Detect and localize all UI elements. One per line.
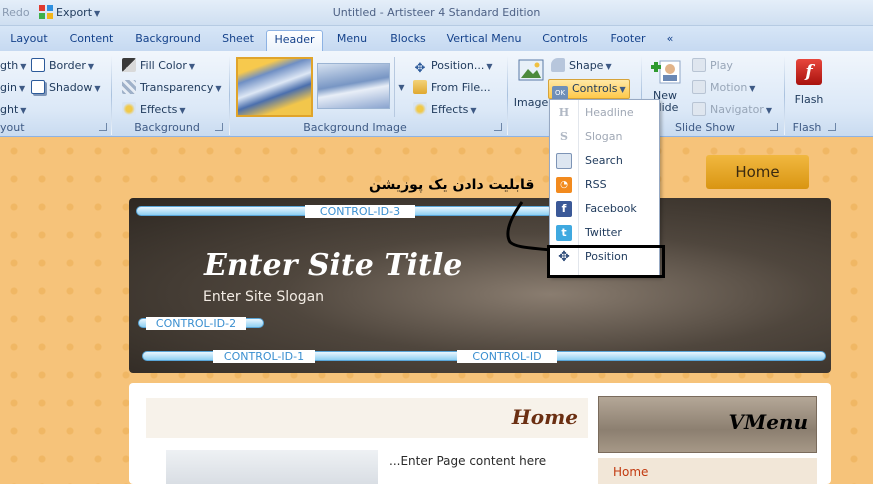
headline-icon: H [558, 106, 570, 119]
top-menu-home[interactable]: Home [706, 155, 809, 189]
tabs-scroll-button[interactable]: « [662, 30, 678, 51]
dialog-launcher-icon[interactable] [770, 123, 778, 131]
tab-menu[interactable]: Menu [333, 30, 371, 51]
folder-icon [413, 80, 427, 94]
tab-footer[interactable]: Footer [607, 30, 649, 51]
shape-icon [551, 58, 565, 72]
effects-icon [122, 102, 136, 116]
dialog-launcher-icon[interactable] [99, 123, 107, 131]
vmenu-title[interactable]: VMenu [598, 410, 808, 434]
post-image[interactable] [166, 450, 378, 484]
post-content[interactable]: ...Enter Page content here [389, 454, 546, 468]
control-id-label: CONTROL-ID-1 [213, 350, 315, 363]
ribbon-tabs: Layout Content Background Sheet Header M… [0, 26, 873, 51]
navigator-icon [692, 102, 706, 116]
bgimage-effects-button[interactable]: Effects ▼ [413, 101, 477, 119]
flash-group-label: Flash [792, 121, 822, 134]
border-icon [31, 58, 45, 72]
control-id-label: CONTROL-ID-2 [146, 317, 246, 330]
annotation-highlight-box [547, 245, 665, 278]
title-bar: Redo Export ▼ Untitled - Artisteer 4 Stan… [0, 0, 873, 26]
chevron-down-icon: ▼ [398, 83, 405, 92]
shadow-button[interactable]: Shadow ▼ [31, 79, 101, 97]
shadow-icon [31, 80, 45, 94]
slide-show-group-label: Slide Show [674, 121, 736, 134]
post-title[interactable]: Home [500, 405, 578, 429]
move-icon: ✥ [414, 61, 426, 76]
menu-item-search[interactable]: Search [550, 149, 659, 173]
control-id-label: CONTROL-ID-3 [305, 205, 415, 218]
play-icon [692, 58, 706, 72]
position-button[interactable]: ✥ Position... ▼ [413, 57, 493, 76]
motion-icon [692, 80, 706, 94]
tab-content[interactable]: Content [64, 30, 119, 51]
tab-header[interactable]: Header [266, 30, 323, 51]
layout-width-button[interactable]: gth ▼ [0, 57, 26, 75]
tab-blocks[interactable]: Blocks [388, 30, 428, 51]
dialog-launcher-icon[interactable] [215, 123, 223, 131]
menu-item-rss[interactable]: ◔ RSS [550, 173, 659, 197]
menu-item-slogan[interactable]: S Slogan [550, 125, 659, 149]
facebook-icon: f [556, 201, 572, 217]
menu-item-twitter[interactable]: t Twitter [550, 221, 659, 245]
tab-background[interactable]: Background [131, 30, 205, 51]
dialog-launcher-icon[interactable] [494, 123, 502, 131]
annotation-text: قابلیت دادن یک پوزیشن [369, 177, 535, 193]
site-slogan[interactable]: Enter Site Slogan [203, 289, 324, 305]
tab-vertical-menu[interactable]: Vertical Menu [444, 30, 524, 51]
layout-margin-button[interactable]: gin ▼ [0, 79, 25, 97]
transparency-button[interactable]: Transparency ▼ [122, 79, 222, 97]
background-effects-button[interactable]: Effects ▼ [122, 101, 186, 119]
navigator-button[interactable]: Navigator ▼ [692, 101, 772, 119]
new-slide-icon [651, 60, 681, 84]
image-icon [518, 59, 544, 81]
menu-item-headline[interactable]: H Headline [550, 101, 659, 125]
play-button[interactable]: Play [692, 57, 733, 75]
window-title: Untitled - Artisteer 4 Standard Edition [332, 6, 541, 19]
from-file-button[interactable]: From File... [413, 79, 491, 97]
border-button[interactable]: Border ▼ [31, 57, 94, 75]
site-title[interactable]: Enter Site Title [204, 248, 462, 283]
image-button[interactable]: Image [512, 59, 550, 117]
tab-sheet[interactable]: Sheet [219, 30, 257, 51]
site-header[interactable] [129, 198, 831, 373]
motion-button[interactable]: Motion ▼ [692, 79, 755, 97]
transparency-icon [122, 80, 136, 94]
effects-icon [413, 102, 427, 116]
flash-button[interactable]: f Flash [789, 59, 829, 117]
vmenu-item-label[interactable]: Home [613, 465, 648, 479]
shape-button[interactable]: Shape ▼ [551, 57, 612, 75]
ribbon: gth ▼ gin ▼ ght ▼ yout Border ▼ Shadow ▼ Fill… [0, 51, 873, 137]
fill-color-icon [122, 58, 136, 72]
menu-item-facebook[interactable]: f Facebook [550, 197, 659, 221]
background-group-label: Background [134, 121, 200, 134]
dialog-launcher-icon[interactable] [828, 123, 836, 131]
tab-controls[interactable]: Controls [538, 30, 592, 51]
slogan-icon: S [560, 130, 568, 143]
background-image-thumb-2[interactable] [317, 63, 390, 109]
ok-control-icon: OK [552, 86, 568, 100]
layout-height-button[interactable]: ght ▼ [0, 101, 26, 119]
background-image-group-label: Background Image [303, 121, 407, 134]
controls-button[interactable]: OK Controls ▼ [548, 79, 630, 100]
tab-layout[interactable]: Layout [8, 30, 50, 51]
fill-color-button[interactable]: Fill Color ▼ [122, 57, 195, 75]
search-icon [556, 153, 572, 169]
rss-icon: ◔ [556, 177, 572, 193]
layout-group-label: yout [0, 121, 25, 134]
control-id-label: CONTROL-ID [457, 350, 557, 363]
flash-icon: f [796, 59, 822, 85]
background-image-thumb-1[interactable] [236, 57, 313, 117]
twitter-icon: t [556, 225, 572, 241]
gallery-more-button[interactable]: ▼ [394, 57, 406, 117]
